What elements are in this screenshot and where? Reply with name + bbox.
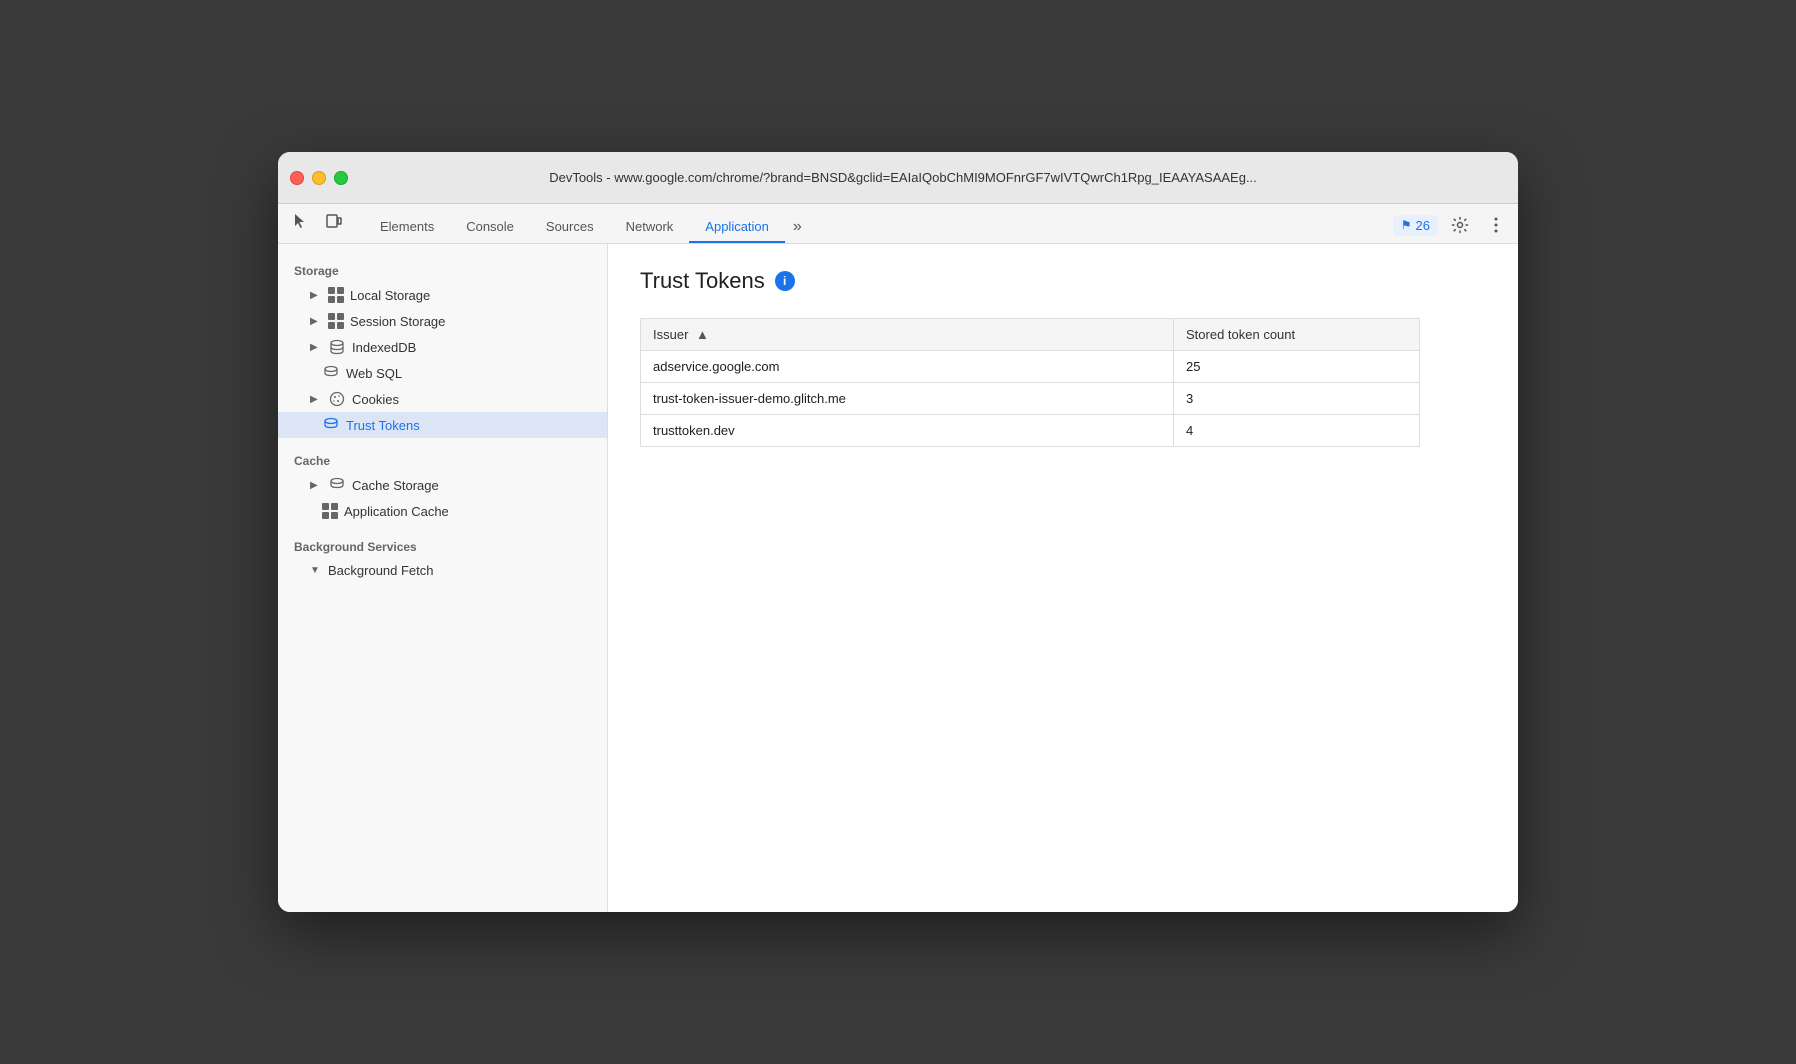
devtools-window: DevTools - www.google.com/chrome/?brand=… — [278, 152, 1518, 912]
issues-icon: ⚑ — [1401, 218, 1412, 232]
sidebar-item-trust-tokens[interactable]: Trust Tokens — [278, 412, 607, 438]
sidebar-item-session-storage[interactable]: ▶ Session Storage — [278, 308, 607, 334]
web-sql-icon — [322, 365, 340, 381]
sidebar-item-application-cache[interactable]: Application Cache — [278, 498, 607, 524]
session-storage-icon — [328, 313, 344, 329]
tab-sources[interactable]: Sources — [530, 211, 610, 243]
col-header-issuer[interactable]: Issuer ▲ — [641, 319, 1174, 351]
storage-section-label: Storage — [278, 256, 607, 282]
expand-arrow-icon: ▶ — [310, 480, 322, 491]
trust-tokens-icon — [322, 417, 340, 433]
col-header-count[interactable]: Stored token count — [1174, 319, 1420, 351]
expand-arrow-icon: ▶ — [310, 290, 322, 301]
sidebar-item-web-sql[interactable]: Web SQL — [278, 360, 607, 386]
issuer-cell: adservice.google.com — [641, 351, 1174, 383]
count-cell: 3 — [1174, 383, 1420, 415]
cache-section-label: Cache — [278, 446, 607, 472]
trust-tokens-table: Issuer ▲ Stored token count adservice.go… — [640, 318, 1420, 447]
panel-title-area: Trust Tokens i — [640, 268, 1486, 294]
issuer-cell: trusttoken.dev — [641, 415, 1174, 447]
window-title: DevTools - www.google.com/chrome/?brand=… — [300, 170, 1506, 185]
tab-icon-group — [286, 207, 348, 243]
expand-arrow-icon: ▶ — [310, 394, 322, 405]
background-services-section-label: Background Services — [278, 532, 607, 558]
sidebar: Storage ▶ Local Storage ▶ Session Storag… — [278, 244, 608, 912]
device-toggle-icon[interactable] — [320, 207, 348, 235]
count-cell: 4 — [1174, 415, 1420, 447]
tab-right-actions: ⚑ 26 — [1393, 211, 1510, 243]
kebab-menu-icon[interactable] — [1482, 211, 1510, 239]
expand-arrow-icon: ▼ — [310, 565, 322, 576]
local-storage-icon — [328, 287, 344, 303]
tab-console[interactable]: Console — [450, 211, 530, 243]
app-cache-icon — [322, 503, 338, 519]
settings-icon[interactable] — [1446, 211, 1474, 239]
sidebar-item-local-storage[interactable]: ▶ Local Storage — [278, 282, 607, 308]
sidebar-item-cookies[interactable]: ▶ Cookies — [278, 386, 607, 412]
sidebar-item-indexeddb[interactable]: ▶ IndexedDB — [278, 334, 607, 360]
main-content: Storage ▶ Local Storage ▶ Session Storag… — [278, 244, 1518, 912]
tab-network[interactable]: Network — [610, 211, 690, 243]
main-panel: Trust Tokens i Issuer ▲ Stored token cou… — [608, 244, 1518, 912]
issuer-cell: trust-token-issuer-demo.glitch.me — [641, 383, 1174, 415]
table-row[interactable]: trust-token-issuer-demo.glitch.me3 — [641, 383, 1420, 415]
sidebar-item-background-fetch[interactable]: ▼ Background Fetch — [278, 558, 607, 583]
indexeddb-icon — [328, 339, 346, 355]
info-icon[interactable]: i — [775, 271, 795, 291]
cookies-icon — [328, 391, 346, 407]
tab-application[interactable]: Application — [689, 211, 785, 243]
issues-badge-button[interactable]: ⚑ 26 — [1393, 215, 1438, 236]
more-tabs-button[interactable]: » — [785, 211, 810, 243]
tabbar: Elements Console Sources Network Applica… — [278, 204, 1518, 244]
count-cell: 25 — [1174, 351, 1420, 383]
expand-arrow-icon: ▶ — [310, 316, 322, 327]
sidebar-item-cache-storage[interactable]: ▶ Cache Storage — [278, 472, 607, 498]
cache-storage-icon — [328, 477, 346, 493]
tab-elements[interactable]: Elements — [364, 211, 450, 243]
panel-title-text: Trust Tokens — [640, 268, 765, 294]
expand-arrow-icon: ▶ — [310, 342, 322, 353]
table-row[interactable]: trusttoken.dev4 — [641, 415, 1420, 447]
sort-arrow-icon: ▲ — [696, 327, 709, 342]
table-row[interactable]: adservice.google.com25 — [641, 351, 1420, 383]
titlebar: DevTools - www.google.com/chrome/?brand=… — [278, 152, 1518, 204]
cursor-icon[interactable] — [286, 207, 314, 235]
